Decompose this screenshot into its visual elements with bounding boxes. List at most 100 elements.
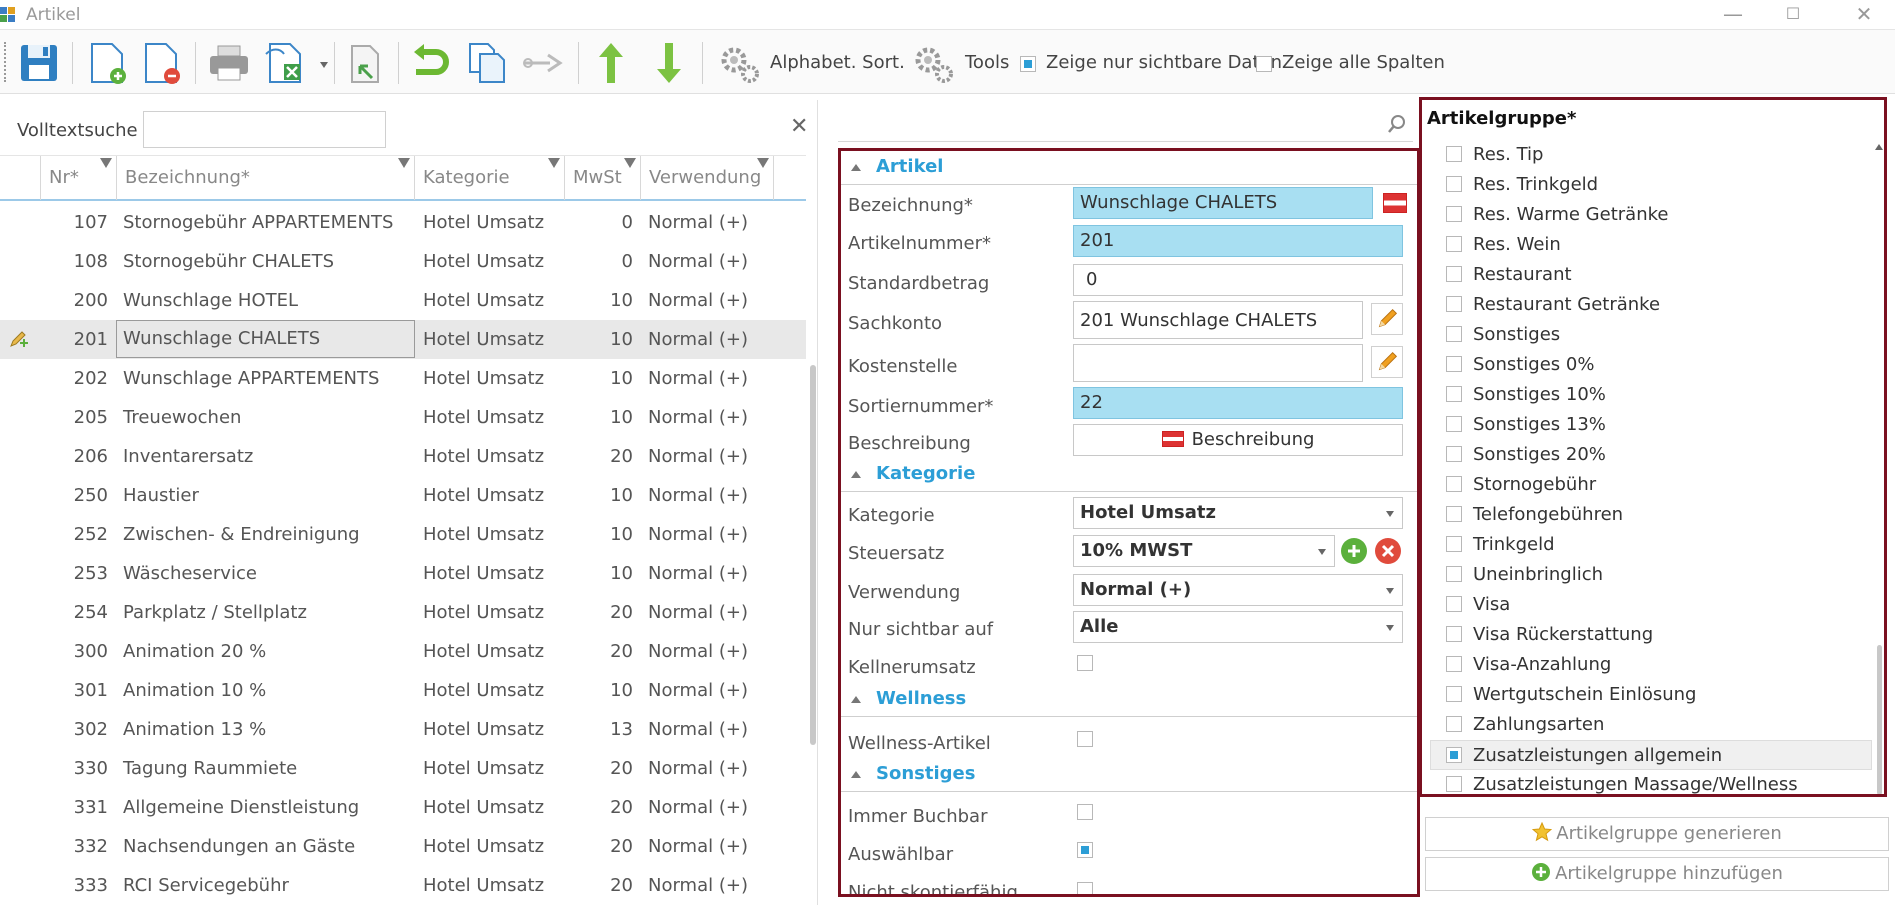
edit-kostenstelle-button[interactable] xyxy=(1371,346,1403,378)
table-row[interactable]: 205 Treuewochen Hotel Umsatz 10 Normal (+) xyxy=(0,398,806,437)
column-header-bezeichnung[interactable]: Bezeichnung* xyxy=(116,156,414,200)
artikelgruppe-checkbox[interactable] xyxy=(1446,596,1462,612)
export-dropdown-icon[interactable] xyxy=(320,62,328,68)
artikelgruppe-item[interactable]: Sonstiges 20% xyxy=(1422,440,1884,470)
artikelgruppe-item[interactable]: Trinkgeld xyxy=(1422,530,1884,560)
artikelgruppe-checkbox[interactable] xyxy=(1446,686,1462,702)
artikelgruppe-item[interactable]: Uneinbringlich xyxy=(1422,560,1884,590)
table-row[interactable]: 331 Allgemeine Dienstleistung Hotel Umsatz… xyxy=(0,788,806,827)
all-columns-checkbox[interactable] xyxy=(1256,56,1272,72)
auswaehlbar-checkbox[interactable] xyxy=(1077,842,1093,858)
artikelgruppe-item[interactable]: Res. Trinkgeld xyxy=(1422,170,1884,200)
artikelgruppe-hinzufuegen-button[interactable]: Artikelgruppe hinzufügen xyxy=(1425,857,1889,891)
table-row[interactable]: 330 Tagung Raummiete Hotel Umsatz 20 Normal … xyxy=(0,749,806,788)
steuersatz-select[interactable]: 10% MWST xyxy=(1073,535,1335,567)
artikelgruppe-item[interactable]: Visa xyxy=(1422,590,1884,620)
translation-flag-icon[interactable] xyxy=(1383,193,1407,213)
artikelgruppe-checkbox[interactable] xyxy=(1446,716,1462,732)
table-row[interactable]: 107 Stornogebühr APPARTEMENTS Hotel Umsatz… xyxy=(0,203,806,242)
visible-only-checkbox[interactable] xyxy=(1020,56,1036,72)
artikelgruppe-item[interactable]: Res. Wein xyxy=(1422,230,1884,260)
artikelgruppe-checkbox[interactable] xyxy=(1446,476,1462,492)
section-kategorie[interactable]: Kategorie xyxy=(841,458,1417,492)
artikelgruppe-checkbox[interactable] xyxy=(1446,206,1462,222)
nur-sichtbar-select[interactable]: Alle xyxy=(1073,611,1403,643)
column-header-kategorie[interactable]: Kategorie xyxy=(414,156,564,200)
section-wellness[interactable]: Wellness xyxy=(841,683,1417,717)
clear-search-icon[interactable]: ✕ xyxy=(790,114,808,139)
artikelgruppe-generieren-button[interactable]: Artikelgruppe generieren xyxy=(1425,817,1889,851)
artikelgruppe-item[interactable]: Zahlungsarten xyxy=(1422,710,1884,740)
kostenstelle-field[interactable] xyxy=(1073,344,1363,382)
table-row[interactable]: 108 Stornogebühr CHALETS Hotel Umsatz 0 Norm… xyxy=(0,242,806,281)
table-row[interactable]: 250 Haustier Hotel Umsatz 10 Normal (+) xyxy=(0,476,806,515)
edit-sachkonto-button[interactable] xyxy=(1371,303,1403,335)
wellness-artikel-checkbox[interactable] xyxy=(1077,731,1093,747)
immer-buchbar-checkbox[interactable] xyxy=(1077,804,1093,820)
kellnerumsatz-checkbox[interactable] xyxy=(1077,655,1093,671)
sortiernummer-field[interactable]: 22 xyxy=(1073,387,1403,419)
table-row[interactable]: 302 Animation 13 % Hotel Umsatz 13 Normal (+… xyxy=(0,710,806,749)
sachkonto-field[interactable]: 201 Wunschlage CHALETS xyxy=(1073,301,1363,339)
artikelgruppe-item[interactable]: Restaurant xyxy=(1422,260,1884,290)
artikelgruppe-checkbox[interactable] xyxy=(1446,536,1462,552)
verwendung-select[interactable]: Normal (+) xyxy=(1073,574,1403,606)
artikelgruppe-item[interactable]: Restaurant Getränke xyxy=(1422,290,1884,320)
artikelgruppe-checkbox[interactable] xyxy=(1446,776,1462,792)
undo-button[interactable] xyxy=(408,40,454,86)
artikelgruppe-checkbox[interactable] xyxy=(1446,356,1462,372)
move-down-button[interactable] xyxy=(646,40,692,86)
kategorie-select[interactable]: Hotel Umsatz xyxy=(1073,497,1403,529)
artikelgruppe-checkbox[interactable] xyxy=(1446,386,1462,402)
artikelgruppe-item[interactable]: Zusatzleistungen allgemein xyxy=(1430,740,1872,770)
delete-article-button[interactable] xyxy=(138,40,184,86)
artikelgruppe-item[interactable]: Sonstiges 0% xyxy=(1422,350,1884,380)
artikelgruppe-item[interactable]: Visa-Anzahlung xyxy=(1422,650,1884,680)
artikelgruppe-checkbox[interactable] xyxy=(1446,566,1462,582)
artikelgruppe-item[interactable]: Zusatzleistungen Massage/Wellness xyxy=(1422,770,1884,794)
alphabet-sort-button[interactable]: Alphabet. Sort. xyxy=(770,52,905,73)
import-button[interactable] xyxy=(342,40,388,86)
artikelgruppe-checkbox[interactable] xyxy=(1446,656,1462,672)
scroll-up-icon[interactable] xyxy=(1875,144,1883,150)
copy-button[interactable] xyxy=(464,40,510,86)
table-row[interactable]: 201 Wunschlage CHALETS Hotel Umsatz 10 Norma… xyxy=(0,320,806,359)
artikelgruppe-checkbox[interactable] xyxy=(1446,747,1462,763)
column-header-mwst[interactable]: MwSt xyxy=(564,156,640,200)
artikelgruppe-checkbox[interactable] xyxy=(1446,626,1462,642)
artikelgruppe-item[interactable]: Visa Rückerstattung xyxy=(1422,620,1884,650)
artikelgruppe-item[interactable]: Res. Warme Getränke xyxy=(1422,200,1884,230)
column-header-nr[interactable]: Nr* xyxy=(40,156,116,200)
table-row[interactable]: 254 Parkplatz / Stellplatz Hotel Umsatz 20 N… xyxy=(0,593,806,632)
artikelgruppe-checkbox[interactable] xyxy=(1446,266,1462,282)
new-article-button[interactable] xyxy=(84,40,130,86)
table-row[interactable]: 202 Wunschlage APPARTEMENTS Hotel Umsatz 10… xyxy=(0,359,806,398)
artikelgruppe-scrollbar[interactable] xyxy=(1877,645,1882,794)
artikelnummer-field[interactable]: 201 xyxy=(1073,225,1403,257)
beschreibung-button[interactable]: Beschreibung xyxy=(1073,424,1403,456)
artikelgruppe-item[interactable]: Telefongebühren xyxy=(1422,500,1884,530)
fulltext-search-input[interactable] xyxy=(143,111,386,148)
artikelgruppe-item[interactable]: Sonstiges 10% xyxy=(1422,380,1884,410)
nicht-skontierfaehig-checkbox[interactable] xyxy=(1077,882,1093,894)
table-row[interactable]: 252 Zwischen- & Endreinigung Hotel Umsatz 1… xyxy=(0,515,806,554)
remove-tax-button[interactable] xyxy=(1375,538,1401,564)
maximize-button[interactable]: ☐ xyxy=(1765,0,1821,30)
artikelgruppe-checkbox[interactable] xyxy=(1446,506,1462,522)
table-row[interactable]: 200 Wunschlage HOTEL Hotel Umsatz 10 Normal … xyxy=(0,281,806,320)
export-excel-button[interactable] xyxy=(262,40,308,86)
artikelgruppe-item[interactable]: Stornogebühr xyxy=(1422,470,1884,500)
bezeichnung-field[interactable]: Wunschlage CHALETS xyxy=(1073,187,1373,219)
section-artikel[interactable]: Artikel xyxy=(841,151,1417,185)
artikelgruppe-item[interactable]: Sonstiges xyxy=(1422,320,1884,350)
table-row[interactable]: 206 Inventarersatz Hotel Umsatz 20 Normal (+… xyxy=(0,437,806,476)
print-button[interactable] xyxy=(206,40,252,86)
close-window-button[interactable]: ✕ xyxy=(1836,0,1892,30)
table-row[interactable]: 333 RCI Servicegebühr Hotel Umsatz 20 Normal… xyxy=(0,866,806,905)
minimize-button[interactable]: — xyxy=(1705,0,1761,30)
artikelgruppe-checkbox[interactable] xyxy=(1446,446,1462,462)
artikelgruppe-checkbox[interactable] xyxy=(1446,296,1462,312)
artikelgruppe-item[interactable]: Sonstiges 13% xyxy=(1422,410,1884,440)
list-scrollbar[interactable] xyxy=(810,365,816,745)
table-row[interactable]: 301 Animation 10 % Hotel Umsatz 10 Normal (+… xyxy=(0,671,806,710)
